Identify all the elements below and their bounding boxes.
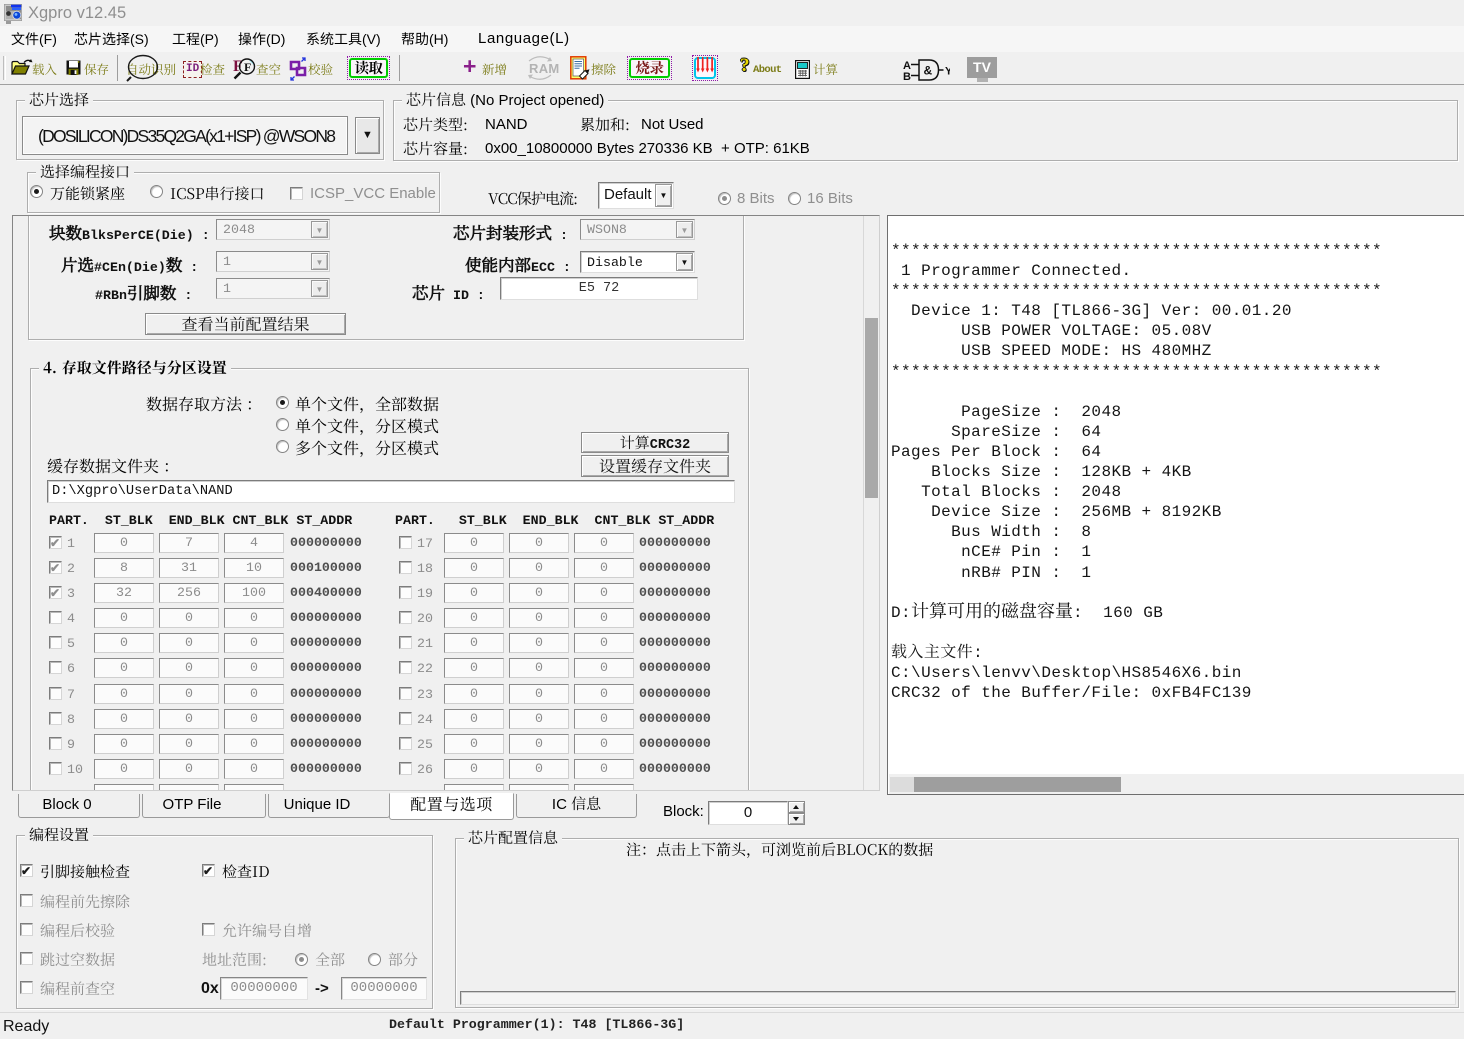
svg-text:B: B <box>903 71 911 82</box>
svg-text:F: F <box>244 60 251 74</box>
svg-text:Y: Y <box>945 66 950 78</box>
svg-text:&: & <box>924 64 933 78</box>
